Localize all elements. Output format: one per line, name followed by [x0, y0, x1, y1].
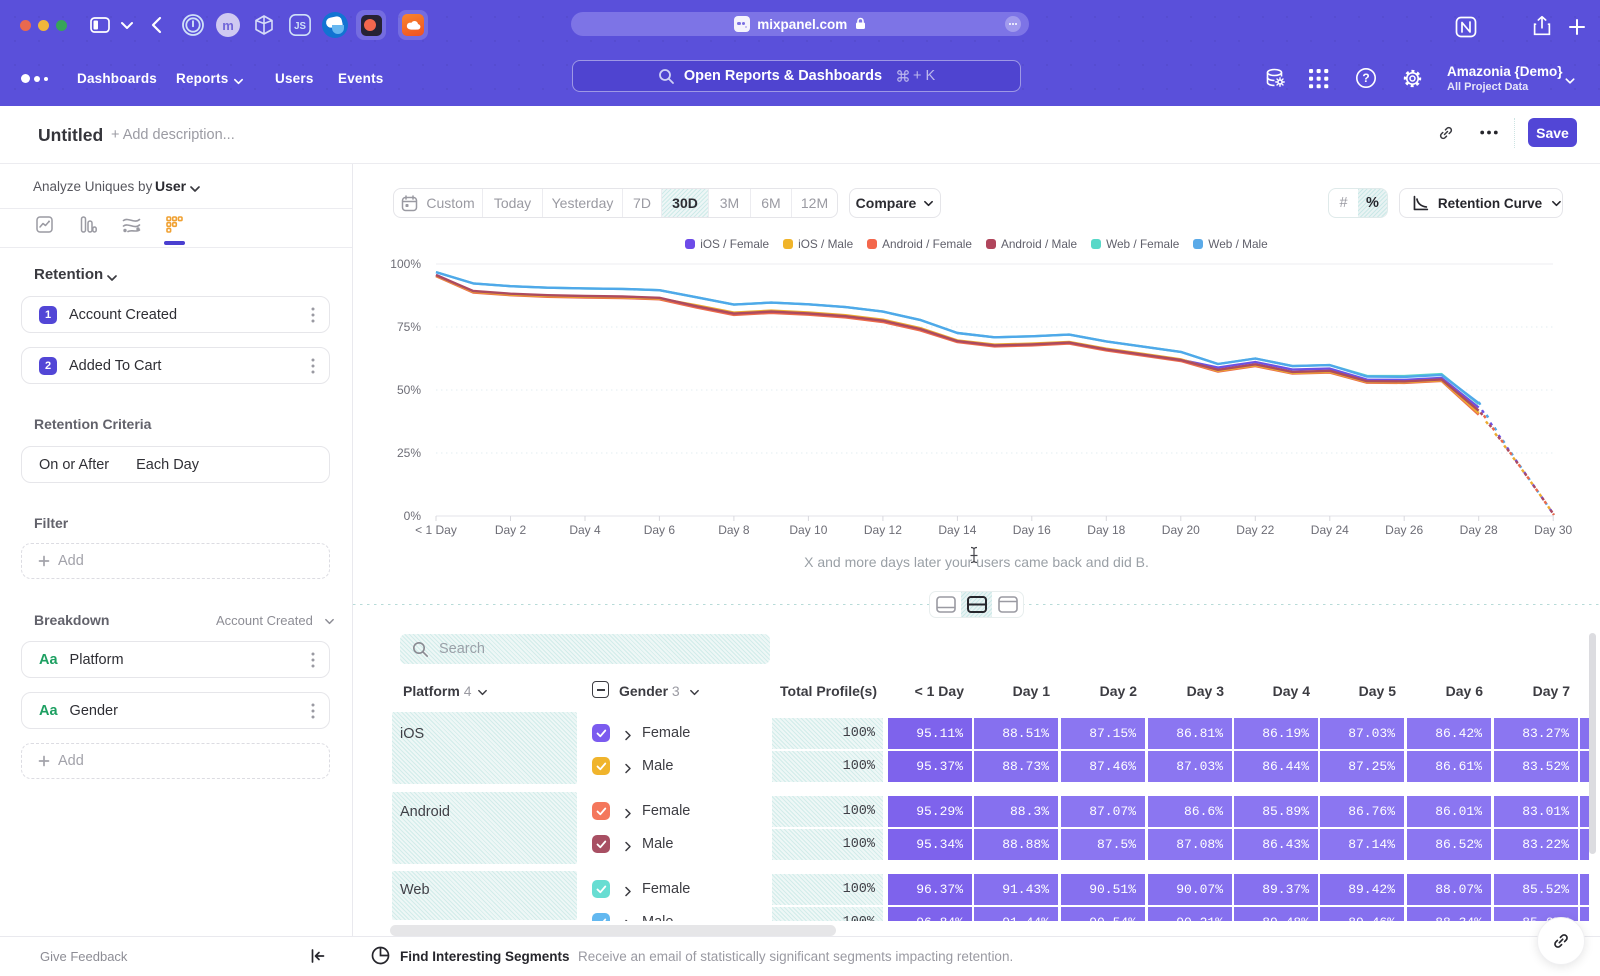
svg-text:Day 14: Day 14 [938, 523, 976, 537]
svg-text:Day 12: Day 12 [864, 523, 902, 537]
svg-text:Day 20: Day 20 [1162, 523, 1200, 537]
svg-text:JS: JS [294, 21, 306, 32]
svg-text:Day 2: Day 2 [495, 523, 527, 537]
svg-text:50%: 50% [397, 383, 421, 397]
svg-text:Day 28: Day 28 [1460, 523, 1498, 537]
svg-text:Day 22: Day 22 [1236, 523, 1274, 537]
svg-text:Day 24: Day 24 [1311, 523, 1349, 537]
svg-text:< 1 Day: < 1 Day [415, 523, 457, 537]
svg-text:Day 16: Day 16 [1013, 523, 1051, 537]
svg-text:Day 30: Day 30 [1534, 523, 1572, 537]
svg-text:75%: 75% [397, 320, 421, 334]
svg-text:?: ? [1362, 71, 1369, 85]
svg-text:Day 18: Day 18 [1087, 523, 1125, 537]
svg-text:100%: 100% [390, 257, 421, 271]
svg-text:Day 8: Day 8 [718, 523, 750, 537]
svg-text:Day 6: Day 6 [644, 523, 676, 537]
svg-text:25%: 25% [397, 446, 421, 460]
svg-text:Day 10: Day 10 [789, 523, 827, 537]
svg-text:0%: 0% [404, 509, 422, 523]
svg-text:Day 4: Day 4 [569, 523, 601, 537]
svg-text:Day 26: Day 26 [1385, 523, 1423, 537]
